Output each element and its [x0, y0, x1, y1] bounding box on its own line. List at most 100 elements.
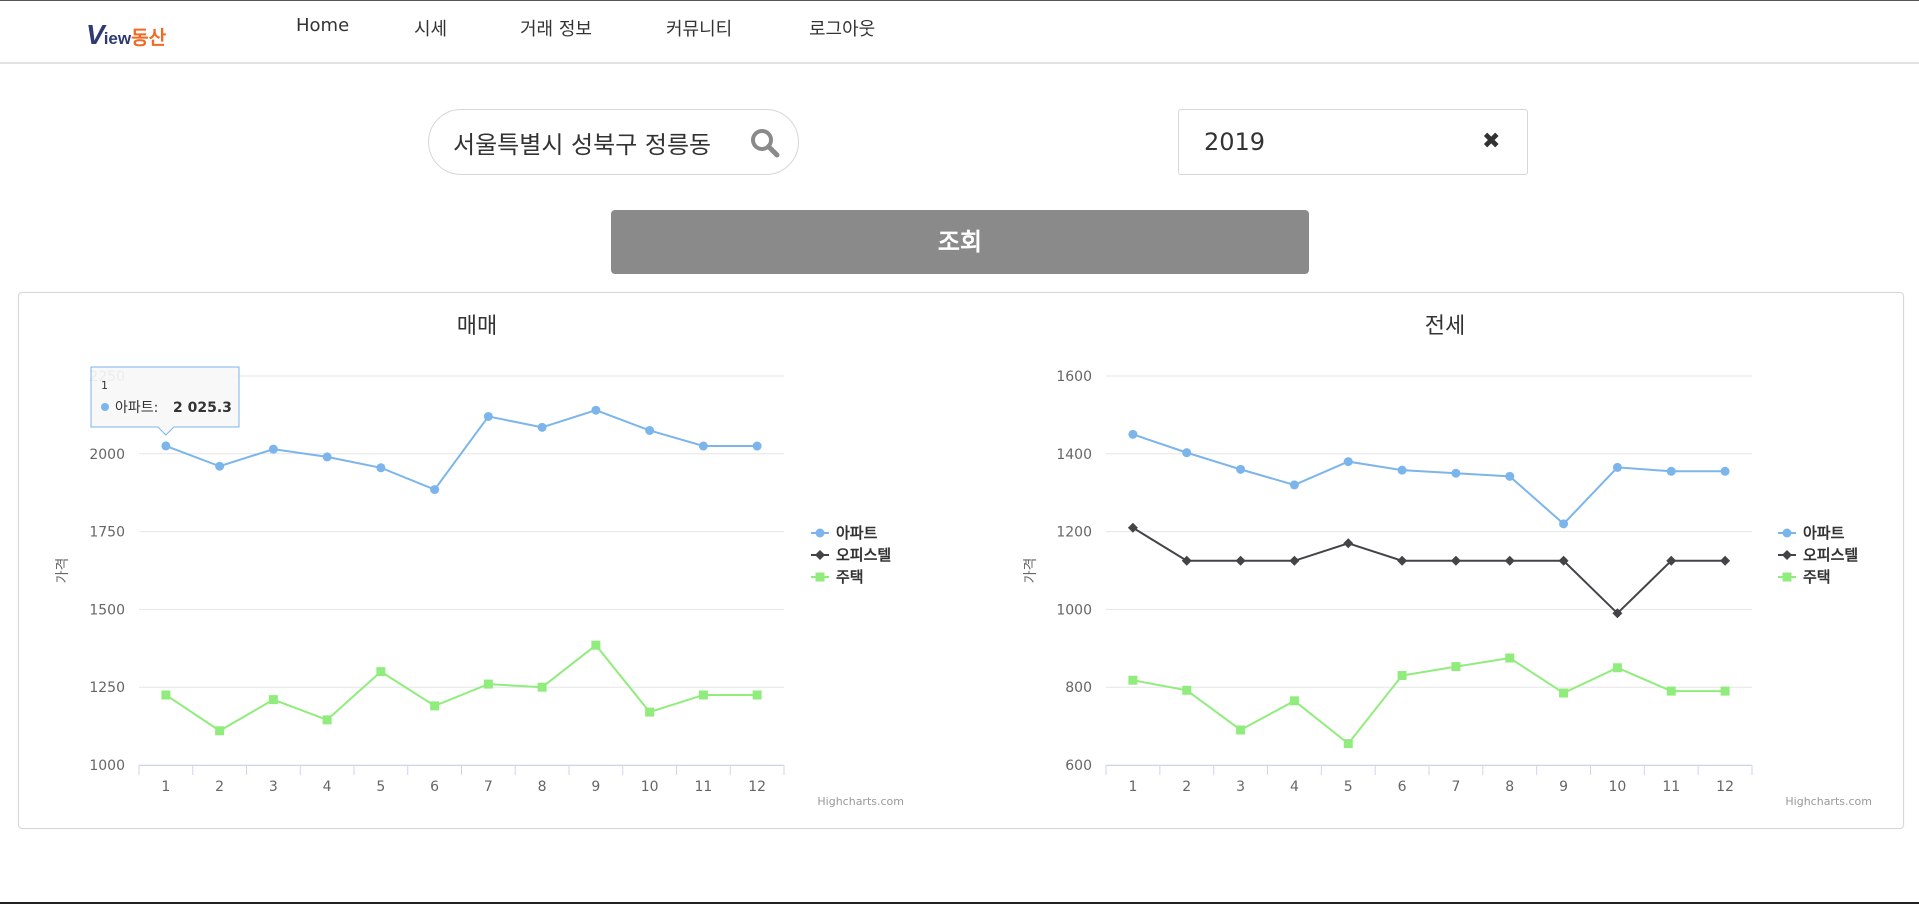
- x-tick-label: 9: [1559, 779, 1568, 795]
- data-point: [1236, 725, 1246, 735]
- data-point: [430, 701, 440, 711]
- legend-label: 오피스텔: [1803, 546, 1858, 564]
- nav-logout[interactable]: 로그아웃: [809, 15, 875, 41]
- legend-marker: [1782, 572, 1792, 582]
- x-tick-label: 10: [1609, 779, 1627, 795]
- logo-v: V: [86, 19, 105, 50]
- legend-item: 주택: [1778, 568, 1831, 586]
- x-tick-label: 11: [1662, 779, 1680, 795]
- legend-marker: [1782, 528, 1792, 538]
- data-point: [1505, 653, 1515, 663]
- data-point: [1397, 671, 1407, 681]
- data-point: [1720, 686, 1730, 696]
- data-point: [268, 444, 278, 454]
- legend-marker: [815, 550, 825, 560]
- legend-label: 아파트: [836, 524, 878, 542]
- nav-home[interactable]: Home: [296, 15, 349, 36]
- x-tick-label: 6: [430, 779, 439, 795]
- series-line: [1132, 526, 1726, 615]
- data-point: [1289, 555, 1300, 566]
- data-point: [1343, 457, 1353, 467]
- x-tick-label: 4: [323, 779, 332, 795]
- data-point: [1504, 555, 1515, 566]
- y-tick-label: 1000: [1056, 602, 1092, 618]
- data-point: [215, 461, 225, 471]
- logo-iew: iew: [103, 29, 132, 48]
- data-point: [376, 667, 386, 677]
- data-point: [1128, 675, 1138, 685]
- chart-panel: 매매100012501500175020002250가격123456789101…: [18, 292, 1904, 829]
- legend-item: 아파트: [1778, 524, 1845, 542]
- data-point: [698, 441, 708, 451]
- y-tick-label: 2000: [89, 447, 125, 463]
- data-point: [1450, 555, 1461, 566]
- data-point: [1666, 686, 1676, 696]
- clear-icon[interactable]: ✖: [1482, 130, 1500, 154]
- data-point: [1451, 662, 1461, 672]
- data-point: [537, 422, 547, 432]
- data-point: [430, 485, 440, 495]
- data-point: [268, 695, 278, 705]
- legend-marker: [815, 572, 825, 582]
- data-point: [1612, 663, 1622, 673]
- nav-community[interactable]: 커뮤니티: [666, 15, 732, 41]
- data-point: [376, 463, 386, 473]
- y-tick-label: 1250: [89, 680, 125, 696]
- x-tick-label: 11: [694, 779, 712, 795]
- data-point: [1181, 555, 1192, 566]
- x-tick-label: 2: [1182, 779, 1191, 795]
- series-line: [165, 409, 758, 491]
- x-tick-label: 7: [484, 779, 493, 795]
- x-tick-label: 4: [1290, 779, 1299, 795]
- y-axis-label: 가격: [55, 558, 71, 584]
- data-point: [1343, 739, 1353, 749]
- series-line: [165, 643, 758, 732]
- y-tick-label: 1750: [89, 525, 125, 541]
- data-point: [1451, 468, 1461, 478]
- address-search-box: [428, 109, 799, 175]
- charts-canvas: 매매100012501500175020002250가격123456789101…: [55, 314, 1872, 808]
- series-line: [1132, 433, 1726, 526]
- data-point: [1182, 448, 1192, 458]
- legend-item: 아파트: [811, 524, 878, 542]
- data-point: [322, 452, 332, 462]
- chart-title: 전세: [1425, 314, 1465, 339]
- data-point: [1666, 466, 1676, 476]
- y-tick-label: 600: [1065, 758, 1092, 774]
- data-point: [698, 690, 708, 700]
- x-tick-label: 1: [1128, 779, 1137, 795]
- tooltip-marker: [101, 403, 109, 411]
- x-tick-label: 7: [1451, 779, 1460, 795]
- nav-price[interactable]: 시세: [414, 15, 447, 41]
- x-tick-label: 2: [215, 779, 224, 795]
- logo[interactable]: V iew 동산: [86, 19, 166, 50]
- year-input[interactable]: [1204, 124, 1464, 160]
- search-submit-button[interactable]: 조회: [611, 210, 1309, 274]
- x-tick-label: 10: [641, 779, 659, 795]
- x-tick-label: 3: [1236, 779, 1245, 795]
- tooltip-category: 1: [101, 379, 108, 392]
- x-tick-label: 5: [1344, 779, 1353, 795]
- data-point: [1505, 471, 1515, 481]
- data-point: [645, 707, 655, 717]
- nav-trade-info[interactable]: 거래 정보: [520, 15, 592, 41]
- data-point: [483, 679, 493, 689]
- data-point: [1397, 465, 1407, 475]
- chart-sale: 매매100012501500175020002250가격123456789101…: [55, 314, 904, 808]
- tooltip-series: 아파트:: [115, 400, 158, 416]
- search-icon[interactable]: [749, 127, 781, 159]
- legend-marker: [815, 528, 825, 538]
- legend-item: 주택: [811, 568, 864, 586]
- address-search-input[interactable]: [453, 124, 743, 160]
- data-point: [752, 690, 762, 700]
- data-point: [161, 441, 171, 451]
- x-tick-label: 8: [1505, 779, 1514, 795]
- x-tick-label: 5: [376, 779, 385, 795]
- x-tick-label: 9: [591, 779, 600, 795]
- chart-jeonse: 전세6008001000120014001600가격1 2 3 4 5 6 7 8 9 10 11 1…: [1023, 314, 1872, 808]
- legend-item: 오피스텔: [1778, 546, 1858, 564]
- x-tick-label: 6: [1398, 779, 1407, 795]
- legend-label: 아파트: [1803, 524, 1845, 542]
- legend-marker: [1782, 550, 1792, 560]
- navbar: V iew 동산 Home 시세 거래 정보 커뮤니티 로그아웃: [0, 1, 1919, 64]
